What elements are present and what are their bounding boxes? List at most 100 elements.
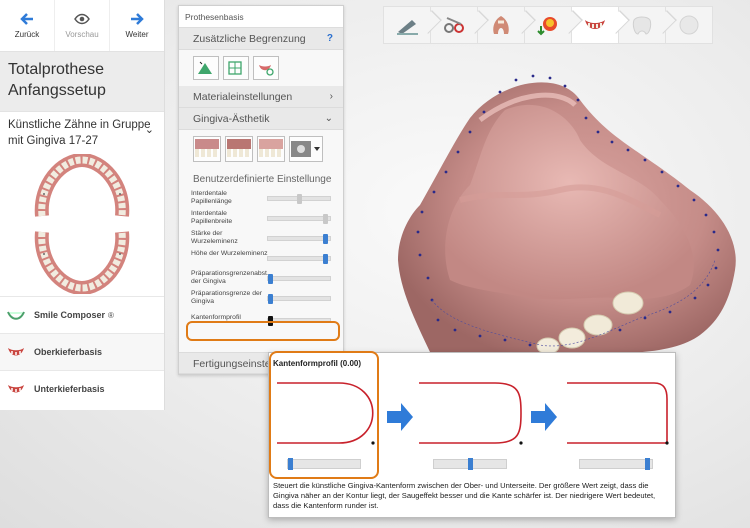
slider-row-papillenbreite: Interdentale Papillenbreite <box>179 208 343 228</box>
tooth-group-dropdown[interactable]: Künstliche Zähne in Gruppe mit Gingiva 1… <box>0 112 164 148</box>
gingiva-custom-icon <box>291 141 320 157</box>
slider-hoehe-wurzeleminenz[interactable] <box>267 254 331 264</box>
gingiva-preset-icon <box>227 139 251 157</box>
section-fertigung-label: Fertigungseinste <box>193 358 271 370</box>
slider-row-hoehe-wurzeleminenz: Höhe der Wurzeleminenz <box>179 248 343 268</box>
tools-icon <box>444 17 464 33</box>
chevron-down-icon: ⌄ <box>324 113 333 124</box>
slider-label: Präparationsgrenze der Gingiva <box>191 290 263 305</box>
workflow-step-tools[interactable] <box>430 6 478 44</box>
dental-arch-icon <box>34 154 130 294</box>
slider-thumb[interactable] <box>268 274 273 284</box>
profile-curve-medium <box>419 382 522 444</box>
workflow-step-denture-base[interactable] <box>571 6 619 44</box>
profile-slider-high <box>579 458 653 470</box>
back-label: Zurück <box>14 29 40 39</box>
chevron-right-icon: › <box>329 91 333 102</box>
upper-jaw-base-icon <box>7 346 25 360</box>
lower-jaw-base-item[interactable]: Unterkieferbasis <box>0 370 164 407</box>
section-gingiva-aesthetik[interactable]: Gingiva-Ästhetik ⌄ <box>179 108 343 130</box>
gingiva-preset-icon <box>259 139 283 157</box>
profile-slider-mid <box>433 458 507 470</box>
section-material-label: Materialeinstellungen <box>193 91 293 103</box>
dental-arch-diagram[interactable] <box>0 148 164 296</box>
scan-icon <box>397 20 418 35</box>
next-button[interactable]: Weiter <box>110 0 164 51</box>
slider-thumb[interactable] <box>323 214 329 224</box>
workflow-step-scan[interactable] <box>383 6 431 44</box>
workflow-step-tooth-download[interactable] <box>524 6 572 44</box>
gingiva-preset-icon <box>195 139 219 157</box>
upper-jaw-base-label: Oberkieferbasis <box>34 347 103 357</box>
tooth-outline-icon <box>632 16 652 35</box>
left-panel: Zurück Vorschau Weiter Totalprothese Anf… <box>0 0 165 410</box>
top-navigation: Zurück Vorschau Weiter <box>0 0 164 52</box>
lower-jaw-base-label: Unterkieferbasis <box>34 384 105 394</box>
gingiva-preset-2[interactable] <box>225 136 253 162</box>
mountain-arrow-icon <box>198 61 212 74</box>
help-icon[interactable]: ? <box>327 28 333 50</box>
back-button[interactable]: Zurück <box>0 0 55 51</box>
gingiva-presets <box>179 130 343 170</box>
slider-thumb <box>644 458 650 470</box>
next-label: Weiter <box>125 29 149 39</box>
custom-settings-heading: Benutzerdefinierte Einstellunge <box>193 174 332 185</box>
boundary-tools <box>179 50 343 86</box>
section-zusaetzliche-begrenzung[interactable]: Zusätzliche Begrenzung ? <box>179 28 343 50</box>
slider-row-praeparationsgrenze: Präparationsgrenze der Gingiva <box>179 288 343 308</box>
workflow-step-tooth-outline[interactable] <box>618 6 666 44</box>
section-zusaetzliche-label: Zusätzliche Begrenzung <box>193 33 306 45</box>
upper-jaw-base-item[interactable]: Oberkieferbasis <box>0 333 164 370</box>
kantenformprofil-tooltip: Kantenformprofil (0.00) Steuert die küns… <box>268 351 676 518</box>
slider-label: Kantenformprofil <box>191 314 241 321</box>
preview-button[interactable]: Vorschau <box>55 0 110 51</box>
tooth-group-label: Künstliche Zähne in Gruppe mit Gingiva 1… <box>8 119 151 147</box>
registered-mark: ® <box>108 310 114 320</box>
tooth-download-icon <box>537 17 557 36</box>
slider-label: Stärke der Wurzeleminenz <box>191 230 238 245</box>
slider-thumb <box>468 458 473 470</box>
lower-jaw-base-icon <box>7 383 25 397</box>
slider-thumb[interactable] <box>268 294 273 304</box>
boundary-tool-draw[interactable] <box>193 56 219 80</box>
teeth-setup-icon <box>493 16 509 34</box>
highlight-kantenformprofil <box>186 321 340 341</box>
workflow-step-teeth-setup[interactable] <box>477 6 525 44</box>
slider-label: Präparationsgrenzenabst. der Gingiva <box>191 270 269 285</box>
slider-row-staerke-wurzeleminenz: Stärke der Wurzeleminenz <box>179 228 343 248</box>
chevron-down-icon: ⌄ <box>144 124 154 136</box>
smile-composer-icon <box>7 309 25 323</box>
slider-label: Interdentale Papillenlänge <box>191 190 232 205</box>
arrow-left-icon <box>20 12 33 25</box>
arrow-right-icon <box>131 12 144 25</box>
eye-icon <box>74 13 90 24</box>
smile-composer-label: Smile Composer <box>34 310 106 320</box>
boundary-tool-grid[interactable] <box>223 56 249 80</box>
profile-curve-sharp <box>567 382 668 444</box>
gingiva-preset-1[interactable] <box>193 136 221 162</box>
slider-staerke-wurzeleminenz[interactable] <box>267 234 331 244</box>
gingiva-preset-dropdown[interactable] <box>289 136 323 162</box>
slider-papillenlaenge[interactable] <box>267 194 331 204</box>
sphere-icon <box>679 15 699 35</box>
gingiva-preset-3[interactable] <box>257 136 285 162</box>
slider-label: Interdentale Papillenbreite <box>191 210 233 225</box>
slider-thumb[interactable] <box>297 194 302 204</box>
slider-praeparationsgrenzenabst[interactable] <box>267 274 331 284</box>
slider-label: Höhe der Wurzeleminenz <box>191 250 268 257</box>
slider-papillenbreite[interactable] <box>267 214 331 224</box>
slider-thumb[interactable] <box>323 254 329 264</box>
slider-thumb[interactable] <box>323 234 329 244</box>
section-gingiva-label: Gingiva-Ästhetik <box>193 113 270 125</box>
prothesenbasis-panel: Prothesenbasis Zusätzliche Begrenzung ? … <box>178 5 344 375</box>
slider-row-papillenlaenge: Interdentale Papillenlänge <box>179 188 343 208</box>
workflow-toolbar <box>383 6 716 44</box>
boundary-tool-reset[interactable] <box>253 56 279 80</box>
workflow-step-sphere[interactable] <box>665 6 713 44</box>
slider-praeparationsgrenze[interactable] <box>267 294 331 304</box>
page-title: Totalprothese Anfangssetup <box>0 52 164 112</box>
section-materialeinstellungen[interactable]: Materialeinstellungen › <box>179 86 343 108</box>
smile-composer-item[interactable]: Smile Composer ® <box>0 296 164 333</box>
tooltip-description: Steuert die künstliche Gingiva-Kantenfor… <box>273 481 656 510</box>
grid-arrow-icon <box>228 61 242 75</box>
